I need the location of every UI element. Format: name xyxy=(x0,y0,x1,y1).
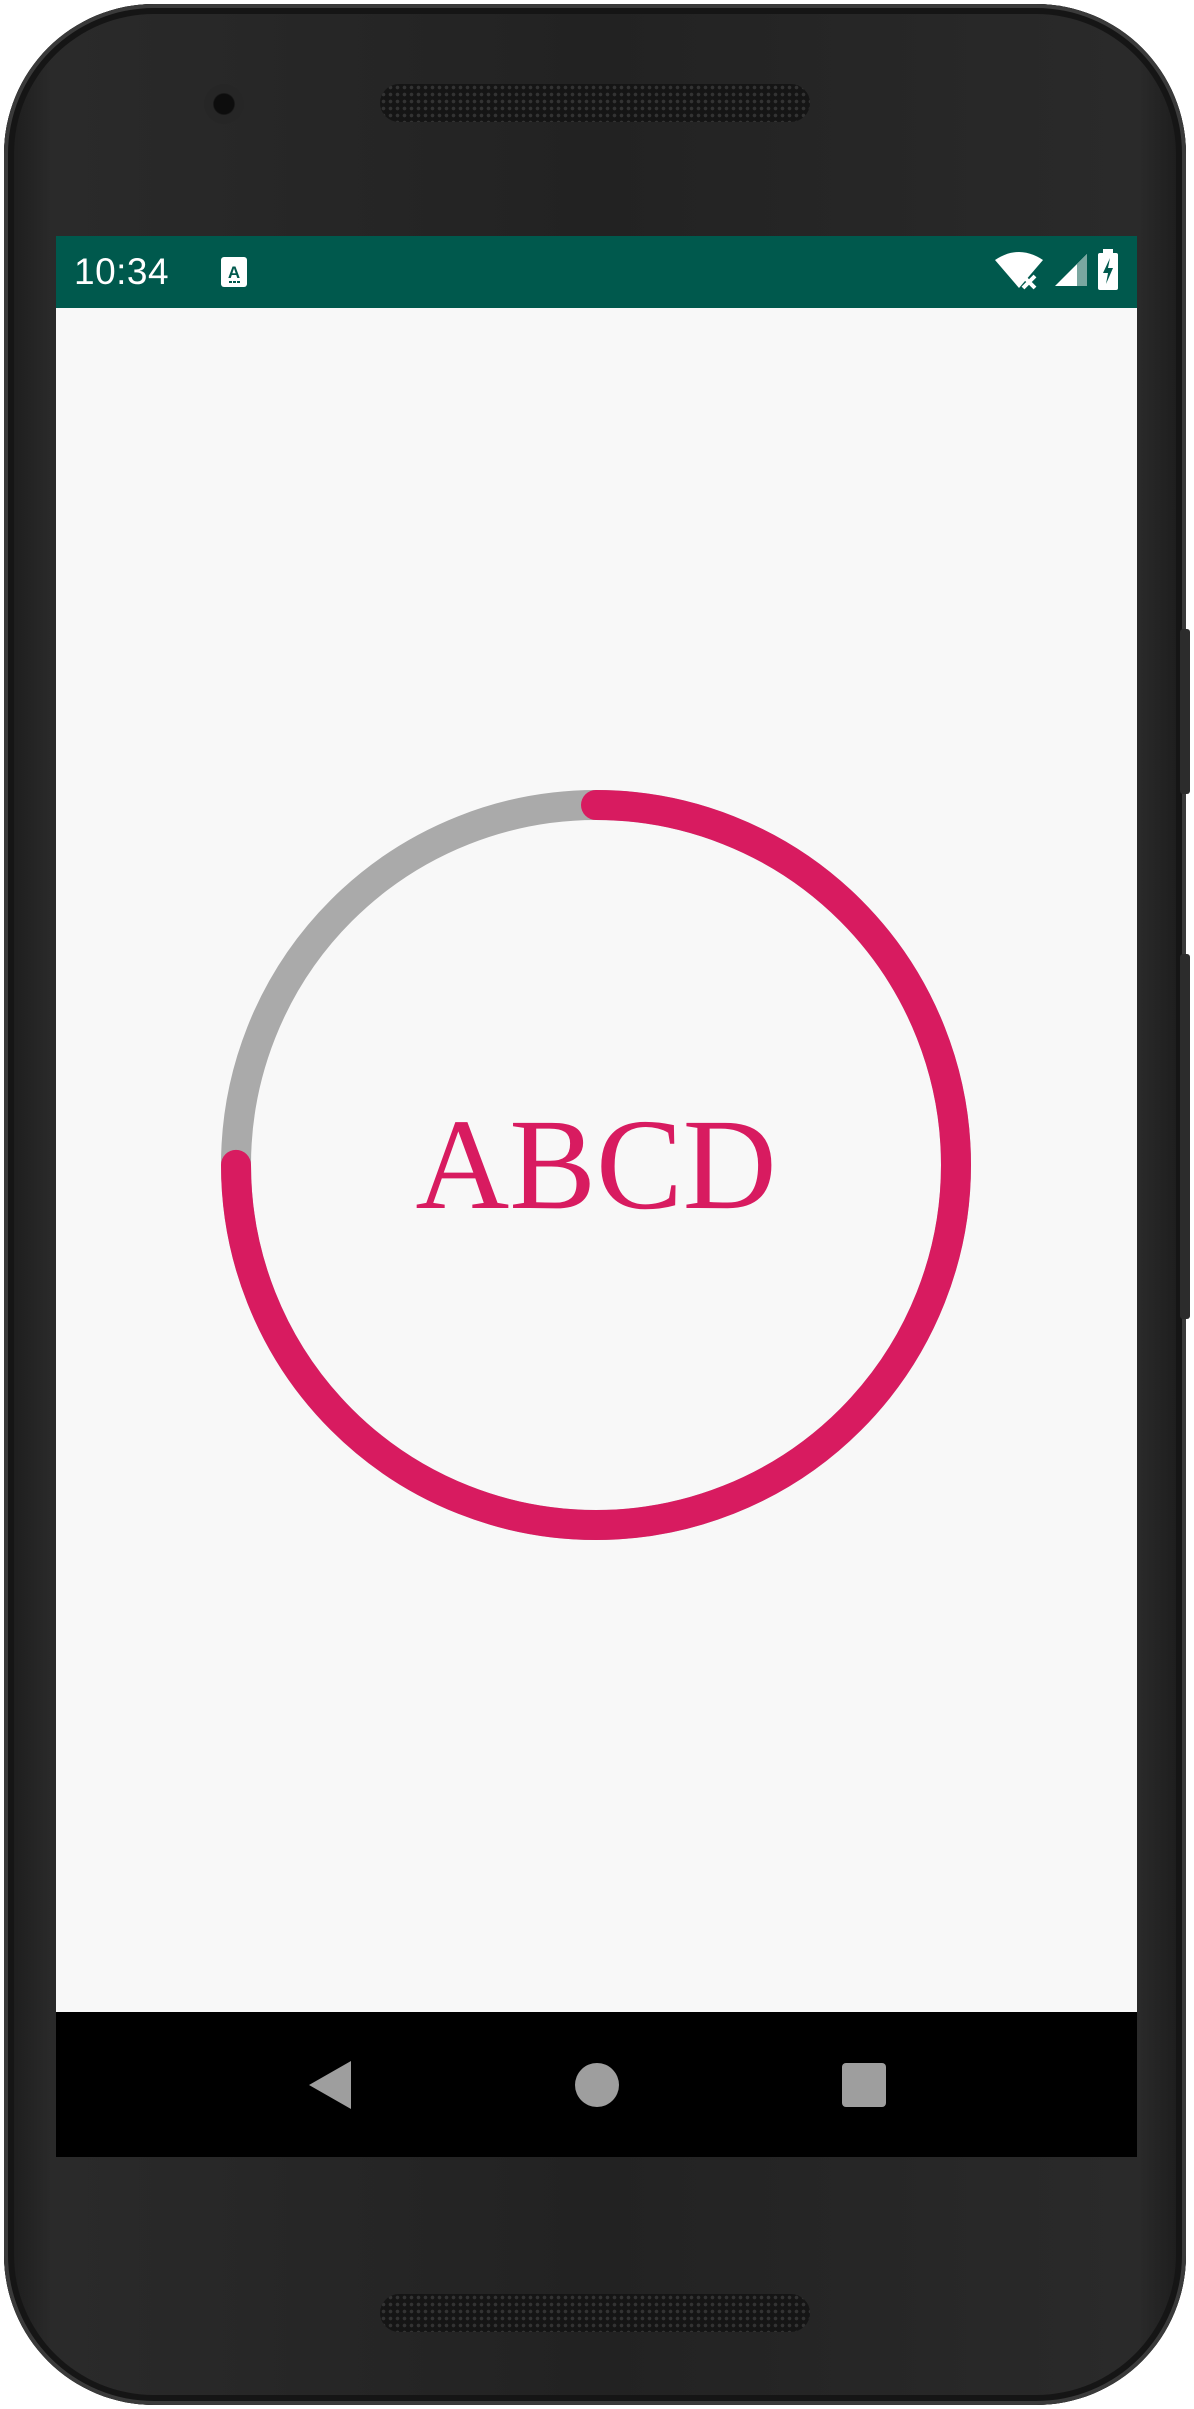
cell-signal-icon xyxy=(1053,252,1089,293)
battery-charging-icon xyxy=(1097,248,1119,296)
recents-icon[interactable] xyxy=(831,2052,897,2118)
navigation-bar xyxy=(56,2012,1137,2157)
a-notification-icon: A xyxy=(220,256,248,288)
back-icon[interactable] xyxy=(297,2052,363,2118)
progress-label: ABCD xyxy=(415,1093,776,1237)
app-screen: 10:34 A ABCD xyxy=(56,236,1137,2157)
wifi-no-internet-icon xyxy=(993,250,1045,295)
power-button xyxy=(1180,629,1190,794)
status-bar: 10:34 A xyxy=(56,236,1137,308)
home-icon[interactable] xyxy=(564,2052,630,2118)
main-content: ABCD xyxy=(56,308,1137,2012)
status-time: 10:34 xyxy=(74,251,170,292)
device-frame: 10:34 A ABCD xyxy=(4,4,1190,2405)
status-icons xyxy=(993,248,1119,296)
bottom-speaker xyxy=(380,2294,810,2332)
top-speaker xyxy=(380,84,810,122)
circular-progress: ABCD xyxy=(221,790,971,1540)
svg-text:A: A xyxy=(228,263,240,282)
front-camera xyxy=(204,84,244,124)
volume-button xyxy=(1180,954,1190,1319)
